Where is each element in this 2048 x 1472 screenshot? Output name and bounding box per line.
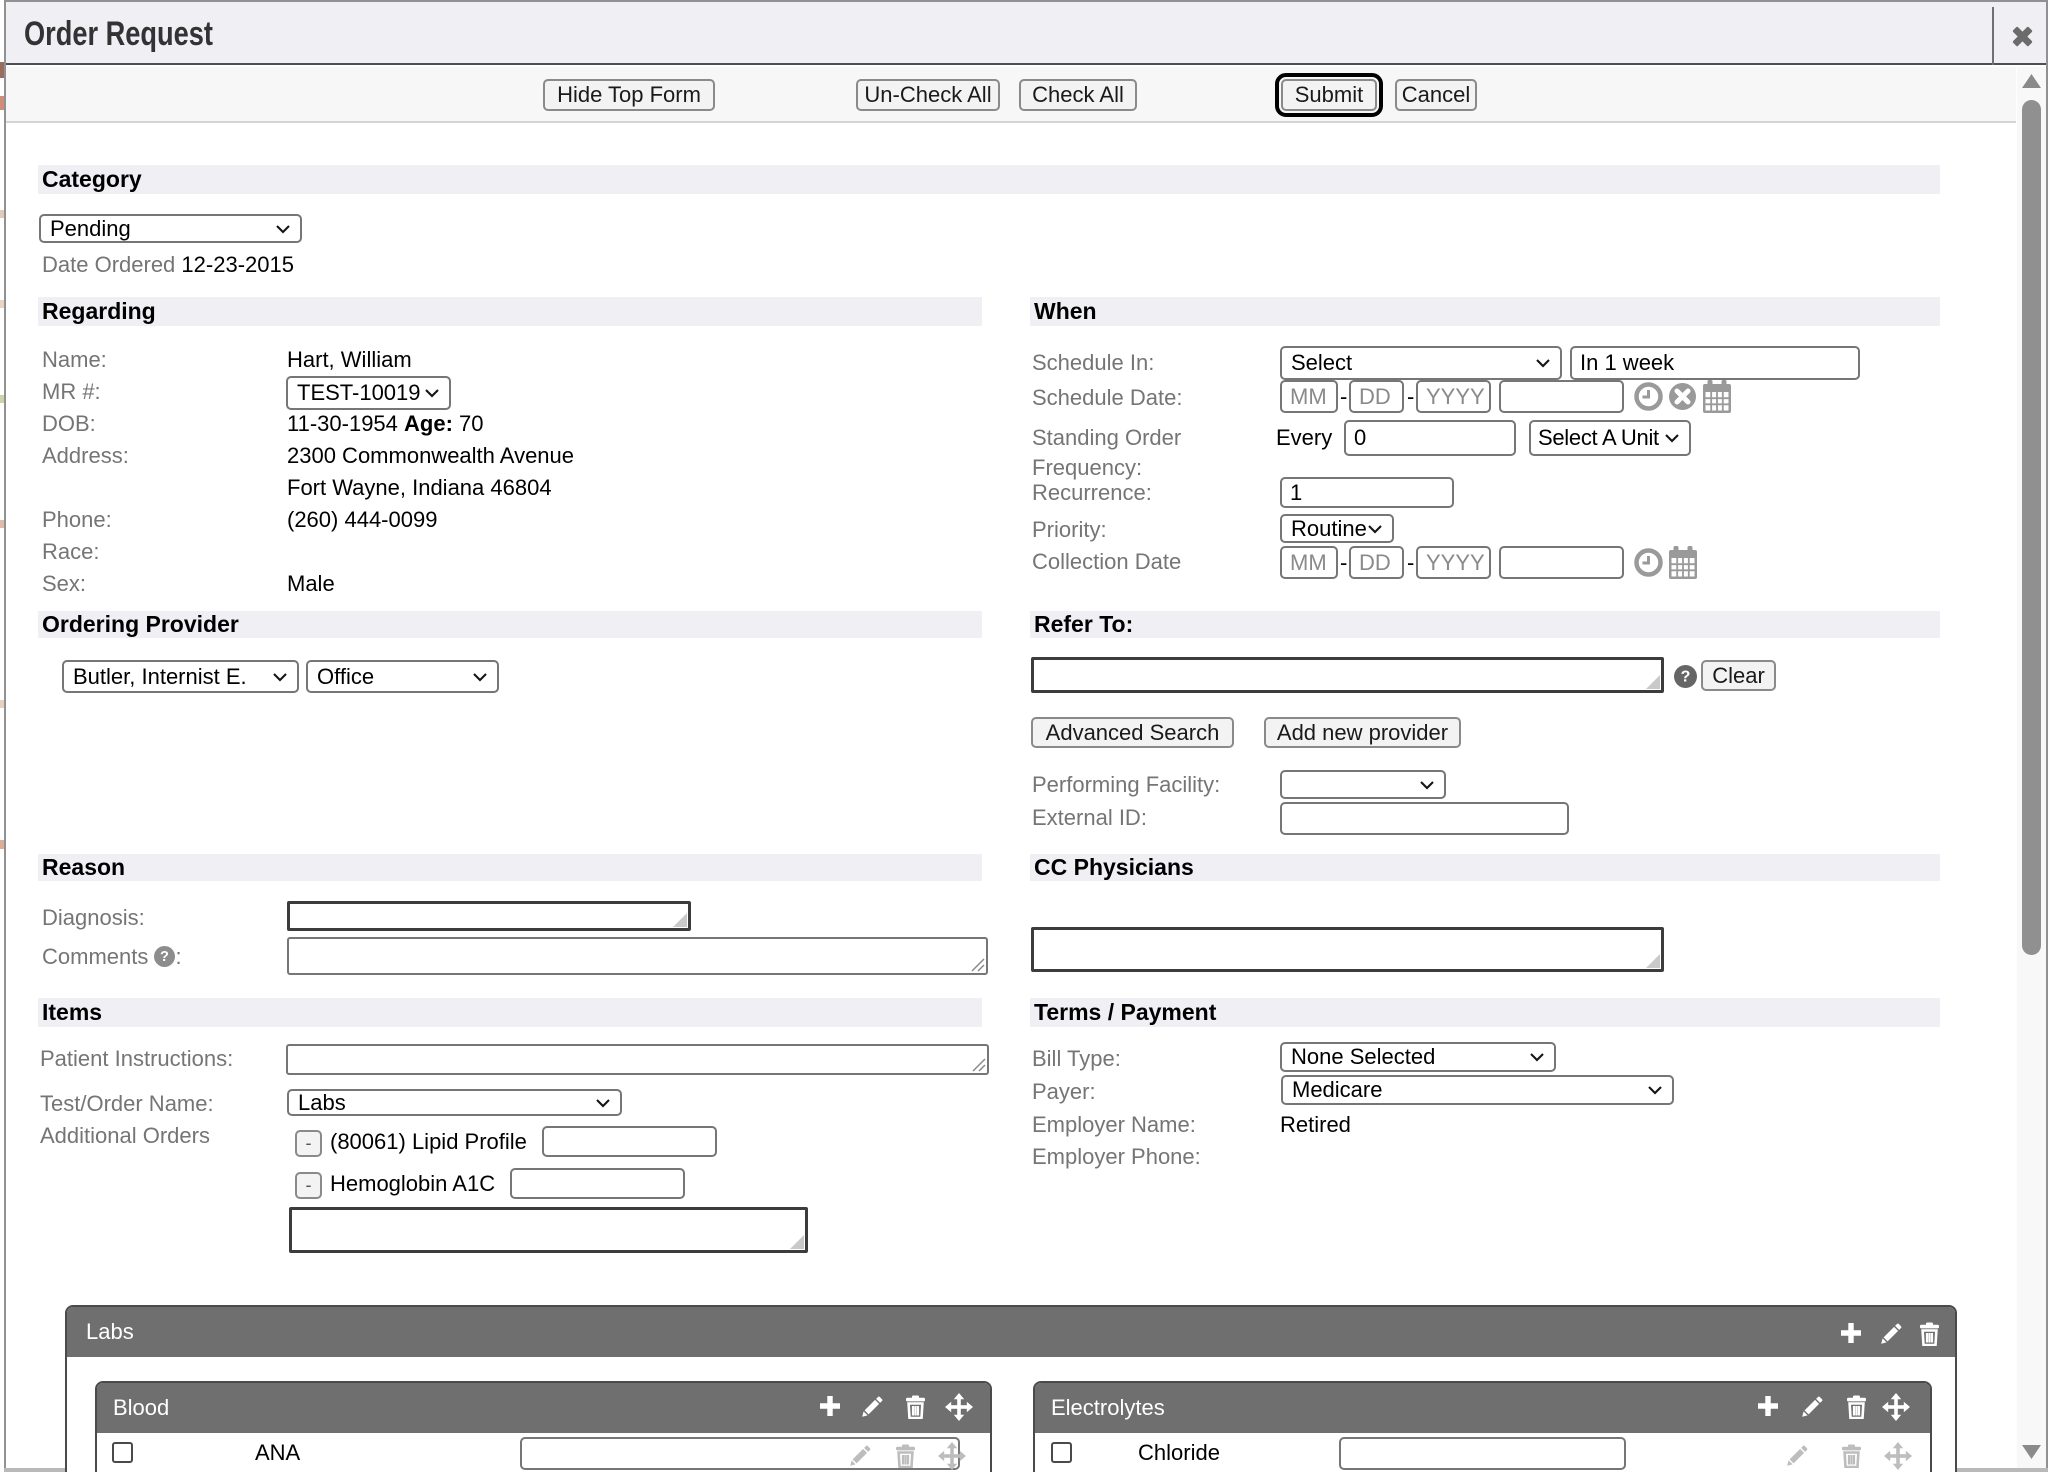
svg-text:?: ? xyxy=(1681,669,1691,686)
svg-text:?: ? xyxy=(161,949,170,965)
